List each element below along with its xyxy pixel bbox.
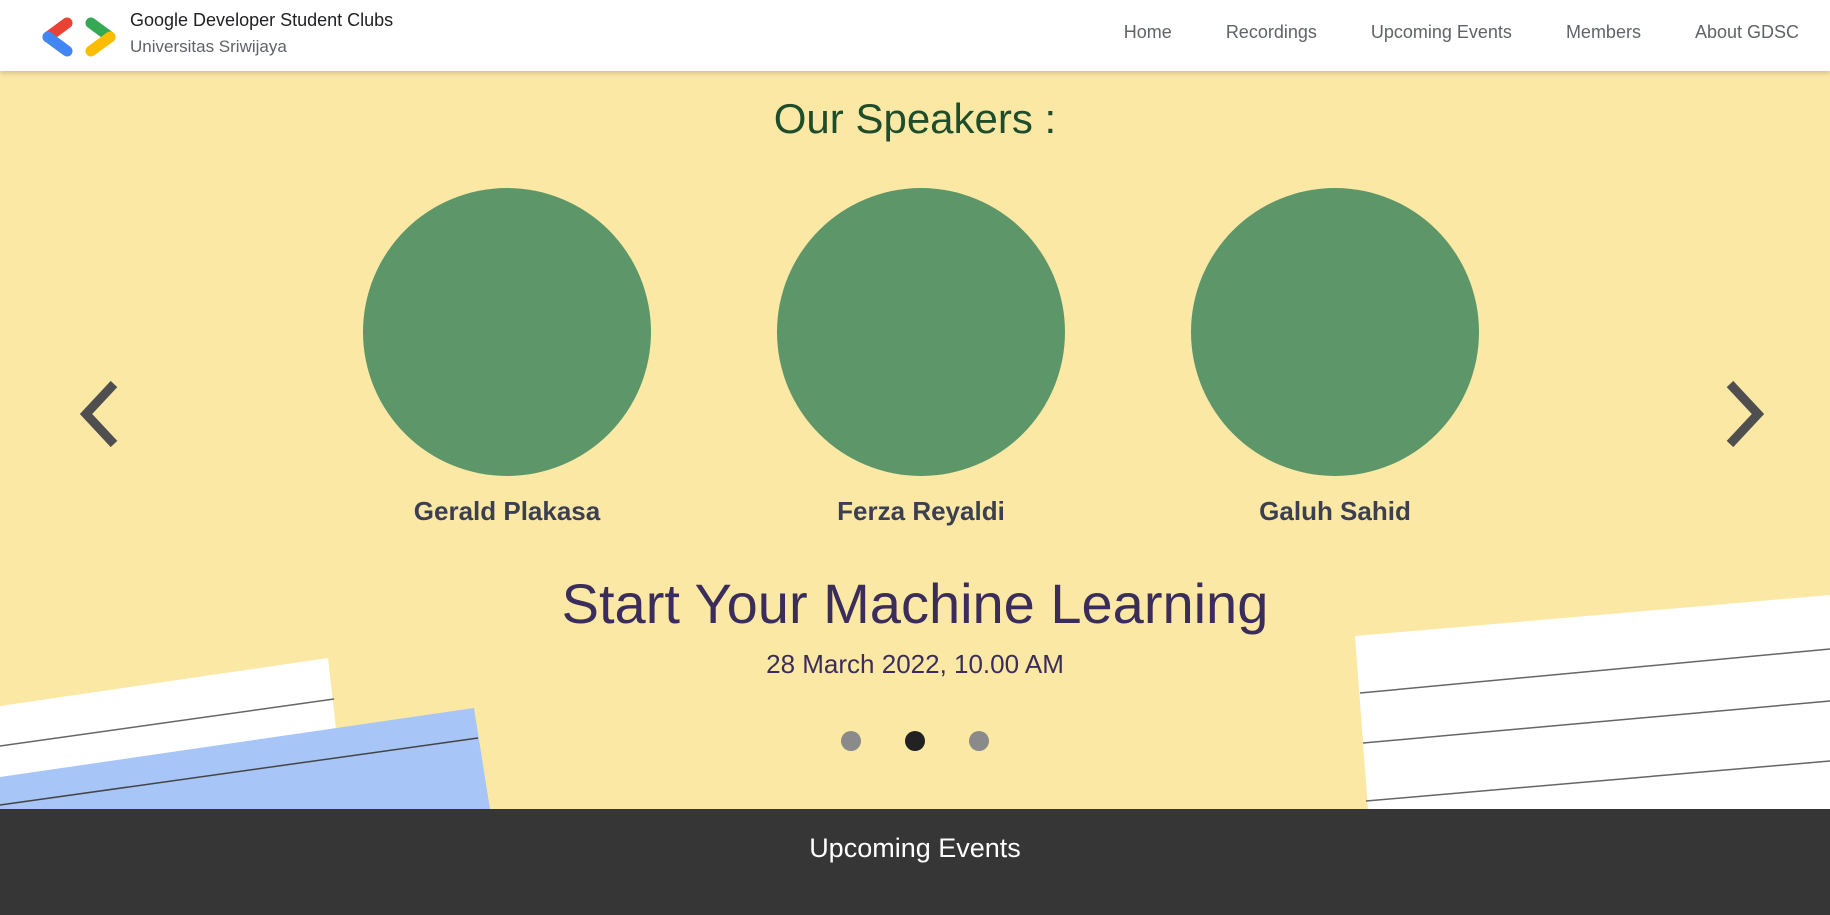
speaker-card: Ferza Reyaldi [776, 188, 1066, 527]
upcoming-events-section: Upcoming Events [0, 809, 1830, 915]
speaker-card: Gerald Plakasa [362, 188, 652, 527]
speaker-name: Ferza Reyaldi [837, 496, 1005, 526]
speaker-photo [1191, 188, 1479, 476]
brand-name[interactable]: Google Developer Student Clubs [130, 10, 393, 31]
nav-link-recordings[interactable]: Recordings [1226, 22, 1317, 43]
nav-link-upcoming-events[interactable]: Upcoming Events [1371, 22, 1512, 43]
carousel-indicators [0, 731, 1830, 756]
speaker-name: Gerald Plakasa [413, 496, 601, 526]
nav-link-about-gdsc[interactable]: About GDSC [1695, 22, 1799, 43]
event-title: Start Your Machine Learning [561, 572, 1269, 635]
top-navbar: Google Developer Student Clubs Universit… [0, 0, 1830, 71]
nav-link-home[interactable]: Home [1124, 22, 1172, 43]
chevron-left-icon[interactable] [72, 374, 132, 454]
carousel-dot-2[interactable] [905, 731, 925, 751]
speakers-heading: Our Speakers : [773, 95, 1057, 142]
carousel-dot-3[interactable] [969, 731, 990, 751]
gdsc-logo-icon[interactable] [41, 17, 117, 57]
speaker-name: Galuh Sahid [1259, 496, 1411, 526]
speaker-card: Galuh Sahid [1190, 188, 1480, 527]
event-date: 28 March 2022, 10.00 AM [766, 649, 1064, 679]
nav-link-members[interactable]: Members [1566, 22, 1641, 43]
main-nav: Home Recordings Upcoming Events Members … [1070, 22, 1799, 43]
speaker-photo [363, 188, 651, 476]
brand-subtitle: Universitas Sriwijaya [130, 37, 287, 56]
chevron-right-icon[interactable] [1712, 374, 1772, 454]
speakers-carousel: Our Speakers : Gerald Plakasa Ferza Reya… [0, 71, 1830, 809]
carousel-dot-1[interactable] [840, 731, 861, 751]
section-heading: Upcoming Events [809, 833, 1021, 863]
speaker-photo [777, 188, 1065, 476]
